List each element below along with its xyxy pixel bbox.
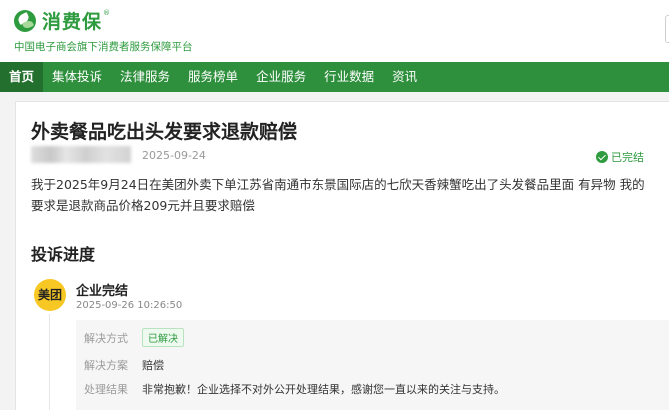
resolution-method-row: 解决方式 已解决: [84, 328, 184, 347]
handling-result-label: 处理结果: [84, 383, 128, 396]
complaint-title: 外卖餐品吃出头发要求退款赔偿: [31, 121, 298, 143]
nav-item-legal-service[interactable]: 法律服务: [111, 62, 179, 92]
nav-item-home[interactable]: 首页: [0, 62, 44, 92]
resolution-method-label: 解决方式: [84, 331, 128, 345]
complaint-date: 2025-09-24: [142, 149, 206, 162]
header: 消费保 ® 中国电子商会旗下消费者服务保障平台: [0, 0, 669, 62]
progress-step-title: 企业完结: [76, 284, 129, 299]
resolution-detail-box: 解决方式 已解决 解决方案 赔偿 处理结果 非常抱歉！企业选择不对外公开处理结果…: [76, 320, 669, 410]
nav-item-group-complaint[interactable]: 集体投诉: [43, 62, 111, 92]
search-box[interactable]: [665, 15, 669, 43]
check-circle-icon: [596, 151, 608, 163]
resolution-plan-row: 解决方案 赔偿: [84, 357, 164, 373]
handling-result-row: 处理结果 非常抱歉！企业选择不对外公开处理结果，感谢您一直以来的关注与支持。: [84, 381, 505, 397]
resolution-plan-label: 解决方案: [84, 359, 128, 372]
resolution-plan-value: 赔偿: [142, 359, 164, 372]
main-nav: 首页 集体投诉 法律服务 服务榜单 企业服务 行业数据 资讯: [0, 62, 669, 92]
status-badge: 已完结: [596, 149, 644, 165]
nav-item-enterprise-service[interactable]: 企业服务: [247, 62, 315, 92]
masked-username: [31, 146, 131, 163]
progress-section-title: 投诉进度: [31, 245, 96, 264]
company-logo-avatar: 美团: [34, 279, 66, 311]
nav-item-news[interactable]: 资讯: [383, 62, 426, 92]
progress-step-time: 2025-09-26 10:26:50: [76, 300, 183, 311]
status-label: 已完结: [611, 151, 644, 164]
brand-name: 消费保: [42, 11, 103, 33]
resolved-tag: 已解决: [142, 328, 184, 347]
handling-result-value: 非常抱歉！企业选择不对外公开处理结果，感谢您一直以来的关注与支持。: [142, 383, 505, 396]
complaint-card: 外卖餐品吃出头发要求退款赔偿 2025-09-24 已完结 我于2025年9月2…: [15, 101, 669, 410]
timeline-line: [49, 314, 50, 410]
brand-tagline: 中国电子商会旗下消费者服务保障平台: [14, 41, 193, 53]
site-logo[interactable]: 消费保 ®: [14, 7, 110, 34]
leaf-logo-icon: [14, 9, 36, 32]
registered-mark: ®: [103, 8, 111, 17]
nav-item-industry-data[interactable]: 行业数据: [315, 62, 383, 92]
nav-item-service-ranking[interactable]: 服务榜单: [179, 62, 247, 92]
complaint-description: 我于2025年9月24日在美团外卖下单江苏省南通市东景国际店的七欣天香辣蟹吃出了…: [31, 177, 645, 213]
